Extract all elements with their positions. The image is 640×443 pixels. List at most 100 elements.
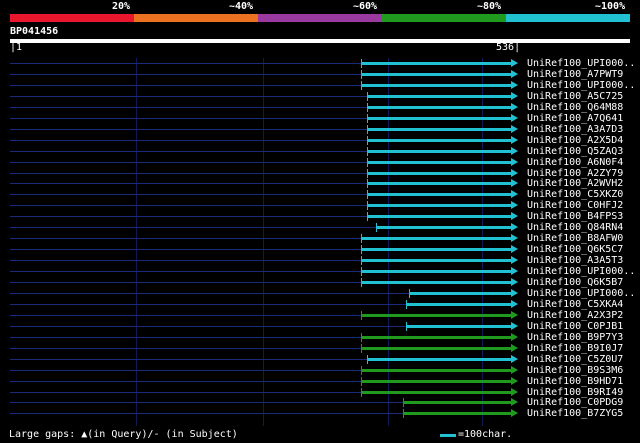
aligned-segment[interactable] <box>367 94 511 98</box>
hit-label[interactable]: UniRef100_A5C725 <box>527 91 623 102</box>
aligned-segment[interactable] <box>361 62 511 65</box>
hit-label[interactable]: UniRef100_A2ZY79 <box>527 168 623 179</box>
hit-label[interactable]: UniRef100_B9S3M6 <box>527 365 623 376</box>
aligned-segment[interactable] <box>361 259 511 263</box>
aligned-segment[interactable] <box>367 204 511 208</box>
aligned-segment[interactable] <box>361 368 511 372</box>
arrow-right-icon <box>511 387 518 396</box>
aligned-segment[interactable] <box>367 182 511 186</box>
gaps-legend: Large gaps: ▲(in Query)/- (in Subject) <box>9 429 238 440</box>
arrow-right-icon <box>511 102 518 111</box>
segment-start-tick <box>367 91 368 101</box>
hit-row: UniRef100_B9S3M6 <box>0 365 640 376</box>
segment-start-tick <box>367 157 368 167</box>
aligned-segment[interactable] <box>367 138 511 142</box>
aligned-segment[interactable] <box>361 335 511 339</box>
hit-label[interactable]: UniRef100_B9I0J7 <box>527 343 623 354</box>
scale-label: =100char. <box>458 429 513 440</box>
aligned-segment[interactable] <box>367 116 511 120</box>
segment-start-tick <box>361 245 362 255</box>
hit-label[interactable]: UniRef100_A2WVH2 <box>527 178 623 189</box>
hit-label[interactable]: UniRef100_C5XKA4 <box>527 299 623 310</box>
hit-row: UniRef100_UPI000.. <box>0 80 640 91</box>
hit-row: UniRef100_B4FPS3 <box>0 211 640 222</box>
hit-label[interactable]: UniRef100_Q84RN4 <box>527 222 623 233</box>
arrow-right-icon <box>511 398 518 407</box>
hit-label[interactable]: UniRef100_A7PWT9 <box>527 69 623 80</box>
hit-label[interactable]: UniRef100_A2X3P2 <box>527 310 623 321</box>
scale-legend: =100char. <box>440 429 512 441</box>
aligned-segment[interactable] <box>367 357 511 361</box>
aligned-segment[interactable] <box>409 291 511 295</box>
aligned-segment[interactable] <box>361 346 511 350</box>
hit-label[interactable]: UniRef100_A6N0F4 <box>527 157 623 168</box>
hit-label[interactable]: UniRef100_A7Q641 <box>527 113 623 124</box>
segment-start-tick <box>367 135 368 145</box>
aligned-segment[interactable] <box>361 390 511 394</box>
arrow-right-icon <box>511 212 518 221</box>
segment-start-tick <box>367 354 368 364</box>
arrow-right-icon <box>511 59 518 67</box>
aligned-segment[interactable] <box>367 127 511 131</box>
hit-label[interactable]: UniRef100_Q6K5C7 <box>527 244 623 255</box>
hit-label[interactable]: UniRef100_B9HD71 <box>527 376 623 387</box>
aligned-segment[interactable] <box>361 248 511 252</box>
hit-label[interactable]: UniRef100_C0PJB1 <box>527 321 623 332</box>
arrow-right-icon <box>511 91 518 100</box>
hit-row: UniRef100_C5Z0U7 <box>0 354 640 365</box>
segment-start-tick <box>361 365 362 375</box>
hit-label[interactable]: UniRef100_C0HFJ2 <box>527 200 623 211</box>
aligned-segment[interactable] <box>367 215 511 219</box>
aligned-segment[interactable] <box>361 270 511 274</box>
hit-row: UniRef100_C0PJB1 <box>0 321 640 332</box>
hit-label[interactable]: UniRef100_C0PDG9 <box>527 397 623 408</box>
arrow-right-icon <box>511 376 518 385</box>
hit-label[interactable]: UniRef100_Q5ZAQ3 <box>527 146 623 157</box>
aligned-segment[interactable] <box>367 105 511 109</box>
aligned-segment[interactable] <box>376 226 511 230</box>
aligned-segment[interactable] <box>361 379 511 383</box>
hit-row: UniRef100_A2WVH2 <box>0 178 640 189</box>
aligned-segment[interactable] <box>361 281 511 284</box>
hit-label[interactable]: UniRef100_B7ZYG5 <box>527 408 623 419</box>
hit-row: UniRef100_A2X5D4 <box>0 135 640 146</box>
hit-label[interactable]: UniRef100_A3A7D3 <box>527 124 623 135</box>
arrow-right-icon <box>511 234 518 243</box>
hit-label[interactable]: UniRef100_B9RI49 <box>527 387 623 398</box>
segment-start-tick <box>367 212 368 222</box>
hit-row: UniRef100_B7ZYG5 <box>0 408 640 419</box>
hit-label[interactable]: UniRef100_B9P7Y3 <box>527 332 623 343</box>
hit-label[interactable]: UniRef100_UPI000.. <box>527 288 635 299</box>
hit-label[interactable]: UniRef100_B4FPS3 <box>527 211 623 222</box>
hit-row: UniRef100_Q6K5C7 <box>0 244 640 255</box>
hit-row: UniRef100_Q5ZAQ3 <box>0 146 640 157</box>
hit-label[interactable]: UniRef100_Q64M88 <box>527 102 623 113</box>
arrow-right-icon <box>511 321 518 330</box>
hit-label[interactable]: UniRef100_UPI000.. <box>527 266 635 277</box>
hit-label[interactable]: UniRef100_A3A5T3 <box>527 255 623 266</box>
aligned-segment[interactable] <box>361 313 511 317</box>
aligned-segment[interactable] <box>367 160 511 164</box>
hit-label[interactable]: UniRef100_A2X5D4 <box>527 135 623 146</box>
aligned-segment[interactable] <box>361 237 511 241</box>
hit-label[interactable]: UniRef100_UPI000.. <box>527 80 635 91</box>
arrow-right-icon <box>511 256 518 265</box>
hit-label[interactable]: UniRef100_C5XKZ0 <box>527 189 623 200</box>
hit-row: UniRef100_UPI000.. <box>0 58 640 69</box>
hit-label[interactable]: UniRef100_B8AFW0 <box>527 233 623 244</box>
aligned-segment[interactable] <box>367 171 511 175</box>
aligned-segment[interactable] <box>367 193 511 197</box>
arrow-right-icon <box>511 343 518 352</box>
arrow-right-icon <box>511 288 518 297</box>
hit-label[interactable]: UniRef100_UPI000.. <box>527 58 635 69</box>
aligned-segment[interactable] <box>361 83 511 87</box>
aligned-segment[interactable] <box>403 412 511 416</box>
aligned-segment[interactable] <box>403 401 511 405</box>
aligned-segment[interactable] <box>361 72 511 76</box>
aligned-segment[interactable] <box>367 149 511 153</box>
hit-label[interactable]: UniRef100_Q6K5B7 <box>527 277 623 288</box>
aligned-segment[interactable] <box>406 302 511 306</box>
segment-start-tick <box>406 321 407 331</box>
aligned-segment[interactable] <box>406 324 511 328</box>
hit-label[interactable]: UniRef100_C5Z0U7 <box>527 354 623 365</box>
